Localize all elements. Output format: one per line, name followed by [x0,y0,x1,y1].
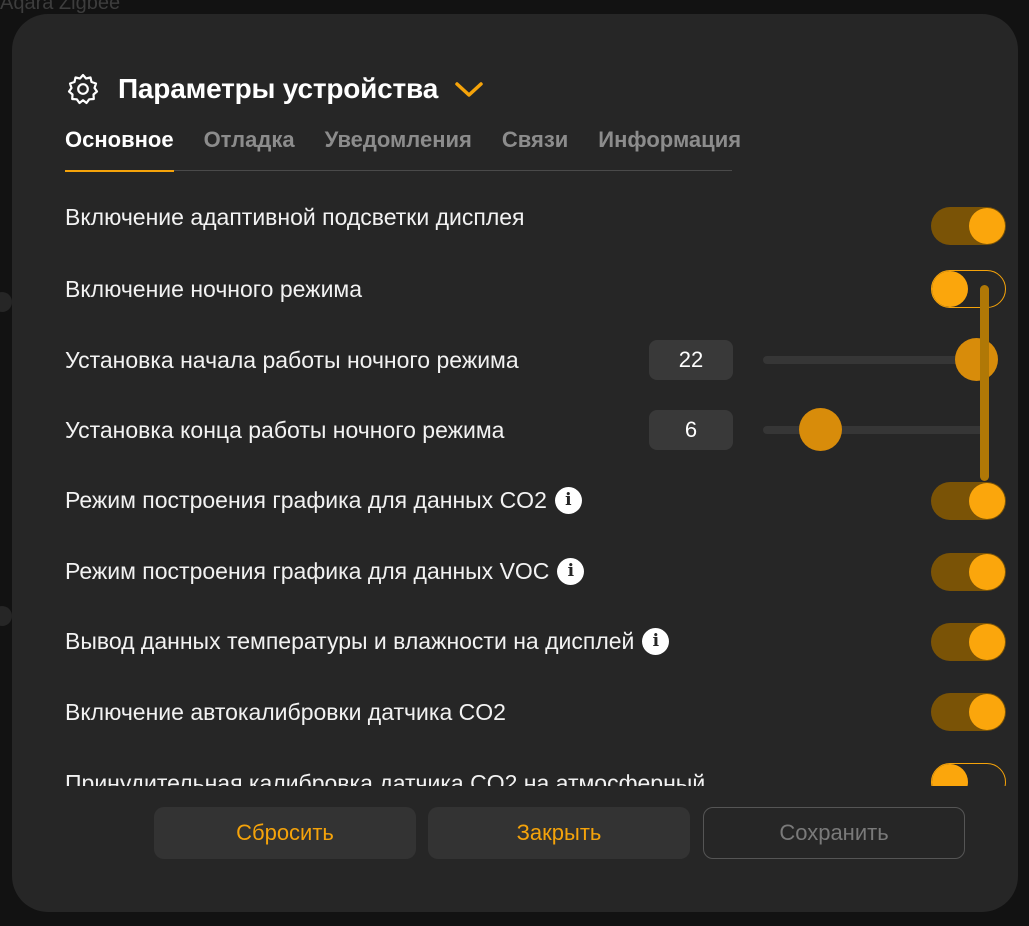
setting-adaptive-backlight: Включение адаптивной подсветки дисплея [65,197,1018,245]
setting-label: Включение ночного режима [65,275,363,302]
toggle-knob [969,554,1005,590]
toggle-knob [969,483,1005,519]
close-button[interactable]: Закрыть [428,807,690,859]
setting-temp-humidity-display: Вывод данных температуры и влажности на … [65,621,1018,661]
toggle-knob [969,624,1005,660]
device-settings-dialog: Параметры устройства Основное Отладка Ув… [12,14,1018,912]
chevron-down-icon[interactable] [454,79,484,99]
adaptive-backlight-toggle[interactable] [931,207,1006,245]
settings-list[interactable]: Включение адаптивной подсветки дисплея В… [12,190,1018,786]
toggle-knob [932,271,968,307]
night-start-slider[interactable] [763,338,998,381]
setting-label: Режим построения графика для данных CO2 [65,486,547,513]
night-end-value[interactable]: 6 [649,410,733,450]
slider-thumb[interactable] [954,338,998,381]
co2-chart-mode-toggle[interactable] [931,482,1006,520]
reset-button[interactable]: Сбросить [154,807,416,859]
info-icon[interactable]: i [554,486,582,514]
setting-co2-chart-mode: Режим построения графика для данных CO2 … [65,480,1018,520]
setting-voc-chart-mode: Режим построения графика для данных VOC … [65,551,1018,591]
setting-label: Установка конца работы ночного режима [65,416,505,443]
info-icon[interactable]: i [557,557,585,585]
tab-bar: Основное Отладка Уведомления Связи Инфор… [65,124,741,172]
tab-debug[interactable]: Отладка [204,124,295,171]
info-icon[interactable]: i [642,627,670,655]
slider-thumb[interactable] [799,408,843,451]
background-icon [0,606,12,626]
background-icon [0,292,12,312]
night-end-slider[interactable] [763,408,985,451]
tab-information[interactable]: Информация [598,124,741,171]
save-button[interactable]: Сохранить [703,807,965,859]
toggle-knob [969,208,1005,244]
setting-label: Включение автокалибровки датчика CO2 [65,698,506,725]
setting-night-end: Установка конца работы ночного режима 6 [65,408,1018,451]
co2-autocalibration-toggle[interactable] [931,693,1006,731]
setting-night-mode: Включение ночного режима [65,269,1018,309]
toggle-knob [969,694,1005,730]
setting-label: Режим построения графика для данных VOC [65,557,550,584]
setting-co2-forced-calibration: Принудительная калибровка датчика CO2 на… [65,763,1018,786]
dialog-header: Параметры устройства [66,70,484,108]
background-app-title: Aqara Zigbee [0,0,121,14]
night-start-value[interactable]: 22 [649,340,733,380]
setting-label: Вывод данных температуры и влажности на … [65,627,635,654]
night-mode-toggle[interactable] [931,270,1006,308]
setting-label: Включение адаптивной подсветки дисплея [65,203,525,230]
setting-night-start: Установка начала работы ночного режима 2… [65,338,1018,381]
setting-co2-autocalibration: Включение автокалибровки датчика CO2 [65,692,1018,732]
gear-icon [66,72,100,106]
tab-links[interactable]: Связи [502,124,568,171]
toggle-knob [932,764,968,786]
voc-chart-mode-toggle[interactable] [931,553,1006,591]
tab-main[interactable]: Основное [65,124,174,172]
settings-scrollbar[interactable] [980,285,989,481]
temp-humidity-display-toggle[interactable] [931,623,1006,661]
co2-forced-calibration-toggle[interactable] [931,763,1006,786]
tab-notifications[interactable]: Уведомления [325,124,472,171]
setting-label: Установка начала работы ночного режима [65,346,519,373]
setting-label: Принудительная калибровка датчика CO2 на… [65,769,706,787]
dialog-title: Параметры устройства [118,73,439,104]
